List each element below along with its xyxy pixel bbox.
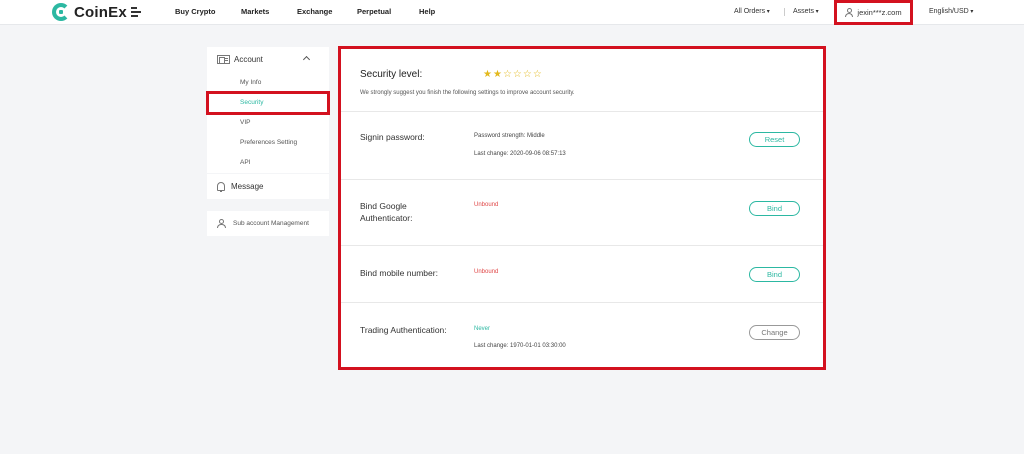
chevron-up-icon[interactable] bbox=[302, 55, 311, 64]
star-empty-icon: ☆ bbox=[502, 69, 513, 80]
trading-auth-label: Trading Authentication: bbox=[360, 325, 447, 335]
sidebar-account-label: Account bbox=[234, 54, 263, 64]
star-empty-icon: ☆ bbox=[532, 69, 543, 80]
mobile-status: Unbound bbox=[474, 269, 499, 275]
nav-perpetual[interactable]: Perpetual bbox=[357, 0, 391, 24]
user-email: jexin***z.com bbox=[857, 8, 902, 17]
google-status: Unbound bbox=[474, 202, 499, 208]
logo-text: CoinEx bbox=[74, 3, 127, 21]
star-filled-icon: ★ bbox=[492, 69, 503, 80]
bind-mobile-button[interactable]: Bind bbox=[749, 267, 800, 282]
security-subtitle: We strongly suggest you finish the follo… bbox=[360, 90, 575, 96]
bind-google-button[interactable]: Bind bbox=[749, 201, 800, 216]
all-orders-dropdown[interactable]: All Orders bbox=[734, 0, 770, 24]
hamburger-menu-icon[interactable] bbox=[131, 7, 141, 17]
language-currency-dropdown[interactable]: English/USD bbox=[929, 0, 973, 24]
security-level-stars: ★★☆☆☆☆ bbox=[483, 69, 543, 80]
star-empty-icon: ☆ bbox=[522, 69, 533, 80]
nav-buy-crypto[interactable]: Buy Crypto bbox=[175, 0, 215, 24]
divider bbox=[341, 302, 823, 303]
sidebar-item-api[interactable]: API bbox=[240, 159, 250, 166]
signin-last-change: Last change: 2020-09-06 08:57:13 bbox=[474, 151, 566, 157]
change-trading-auth-button[interactable]: Change bbox=[749, 325, 800, 340]
star-empty-icon: ☆ bbox=[512, 69, 523, 80]
divider bbox=[341, 111, 823, 112]
nav-markets[interactable]: Markets bbox=[241, 0, 269, 24]
sidebar-item-my-info[interactable]: My Info bbox=[240, 79, 261, 86]
security-panel: Security level: ★★☆☆☆☆ We strongly sugge… bbox=[338, 46, 826, 370]
sidebar-item-security[interactable]: Security bbox=[240, 99, 263, 106]
sidebar-message-label: Message bbox=[231, 182, 264, 191]
bind-google-label-line1: Bind Google bbox=[360, 201, 407, 211]
sidebar-item-vip[interactable]: VIP bbox=[240, 119, 250, 126]
sidebar-item-preferences[interactable]: Preferences Setting bbox=[240, 139, 297, 146]
security-level-title: Security level: bbox=[360, 69, 423, 80]
coinex-logo[interactable]: CoinEx bbox=[52, 2, 127, 22]
id-card-icon bbox=[217, 54, 230, 64]
reset-password-button[interactable]: Reset bbox=[749, 132, 800, 147]
sidebar-sub-account[interactable]: Sub account Management bbox=[207, 211, 329, 236]
bell-icon bbox=[217, 182, 225, 192]
divider bbox=[341, 245, 823, 246]
user-group-icon bbox=[217, 219, 227, 228]
top-header: CoinEx Buy Crypto Markets Exchange Perpe… bbox=[0, 0, 1024, 25]
password-strength: Password strength: Middle bbox=[474, 133, 545, 139]
trading-auth-status: Never bbox=[474, 326, 491, 332]
trading-last-change: Last change: 1970-01-01 03:30:00 bbox=[474, 343, 566, 349]
header-divider bbox=[784, 8, 785, 16]
coinex-logo-icon bbox=[52, 3, 70, 21]
nav-exchange[interactable]: Exchange bbox=[297, 0, 332, 24]
nav-help[interactable]: Help bbox=[419, 0, 435, 24]
sidebar-message[interactable]: Message bbox=[207, 174, 329, 199]
bind-google-label-line2: Authenticator: bbox=[360, 213, 413, 223]
divider bbox=[341, 179, 823, 180]
user-account-menu[interactable]: jexin***z.com bbox=[834, 0, 913, 25]
user-icon bbox=[845, 8, 854, 17]
star-filled-icon: ★ bbox=[483, 69, 493, 80]
bind-mobile-label: Bind mobile number: bbox=[360, 268, 438, 278]
assets-dropdown[interactable]: Assets bbox=[793, 0, 819, 24]
sidebar-account-header[interactable]: Account bbox=[207, 47, 329, 71]
signin-password-label: Signin password: bbox=[360, 132, 425, 142]
sidebar-sub-account-label: Sub account Management bbox=[233, 220, 309, 227]
sidebar-security-highlight bbox=[206, 91, 330, 115]
